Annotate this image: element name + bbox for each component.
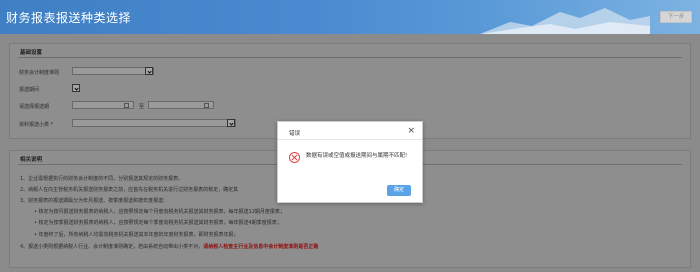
period-range-label: 请选择报送期 bbox=[19, 104, 50, 110]
error-icon bbox=[289, 152, 300, 163]
warning-text: 请纳税人检查主行业及信息中会计制度准则是否正确 bbox=[203, 244, 319, 250]
note-line: 2、纳税人在向主管税务机关报送财务报表之前，应首先在税务机关进行过财务报表的核定… bbox=[20, 187, 239, 193]
next-step-button[interactable]: 下一步 bbox=[660, 11, 692, 23]
report-period-select[interactable] bbox=[72, 84, 80, 92]
divider bbox=[278, 139, 422, 140]
page-title: 财务报表报送种类选择 bbox=[6, 11, 132, 25]
ok-button[interactable]: 确定 bbox=[387, 185, 411, 196]
related-notes-title: 相关说明 bbox=[20, 157, 43, 163]
divider bbox=[18, 57, 682, 58]
note-text: 4、报送小类则根据纳税人行业、会计制度准则确定，若由系统自动带出小类不对， bbox=[20, 244, 204, 250]
basic-settings-title: 基础设置 bbox=[20, 50, 43, 56]
chevron-down-icon[interactable] bbox=[145, 67, 153, 75]
note-line: 3、财务报表的报送期属分为年月报送、按季度报送和按年度报送： bbox=[20, 198, 169, 204]
report-subtype-label: 资料报送小类 * bbox=[19, 122, 54, 128]
error-dialog: 错误 × 数据有误或空值或报送期间与属期不匹配! 确定 bbox=[277, 121, 423, 203]
report-subtype-select[interactable] bbox=[72, 119, 236, 127]
chevron-down-icon[interactable] bbox=[227, 119, 235, 127]
note-line-4: 4、报送小类则根据纳税人行业、会计制度准则确定，若由系统自动带出小类不对，请纳税… bbox=[20, 243, 318, 250]
accounting-standard-label: 财务会计制度准则 bbox=[19, 70, 60, 76]
calendar-icon[interactable] bbox=[124, 102, 129, 108]
note-line: • 核定为按月报送财务报表的纳税人，应按照规定每个月度向税务机关报送其财务报表，… bbox=[34, 209, 285, 215]
note-line: • 年度终了后，所有纳税人均需向税务机关报送其本年度的年度财务报表，即财务报表年… bbox=[34, 232, 239, 238]
close-icon[interactable]: × bbox=[407, 126, 415, 136]
period-separator: 至 bbox=[139, 104, 145, 110]
dialog-message: 数据有误或空值或报送期间与属期不匹配! bbox=[306, 153, 408, 159]
header-bar: 财务报表报送种类选择 下一步 bbox=[0, 0, 700, 34]
mountain-banner-image bbox=[480, 8, 650, 34]
report-period-label: 报送期间 bbox=[19, 87, 40, 93]
calendar-icon[interactable] bbox=[204, 102, 209, 108]
dialog-title: 错误 bbox=[289, 131, 301, 137]
accounting-standard-select[interactable] bbox=[72, 67, 154, 75]
note-line: 1、企业需根据执行的财务会计制度的不同，分别报送其规定的财务报表。 bbox=[20, 176, 184, 182]
note-line: • 核定为按季报送财务报表的纳税人，应按照规定每个季度向税务机关报送其财务报表，… bbox=[34, 220, 282, 226]
